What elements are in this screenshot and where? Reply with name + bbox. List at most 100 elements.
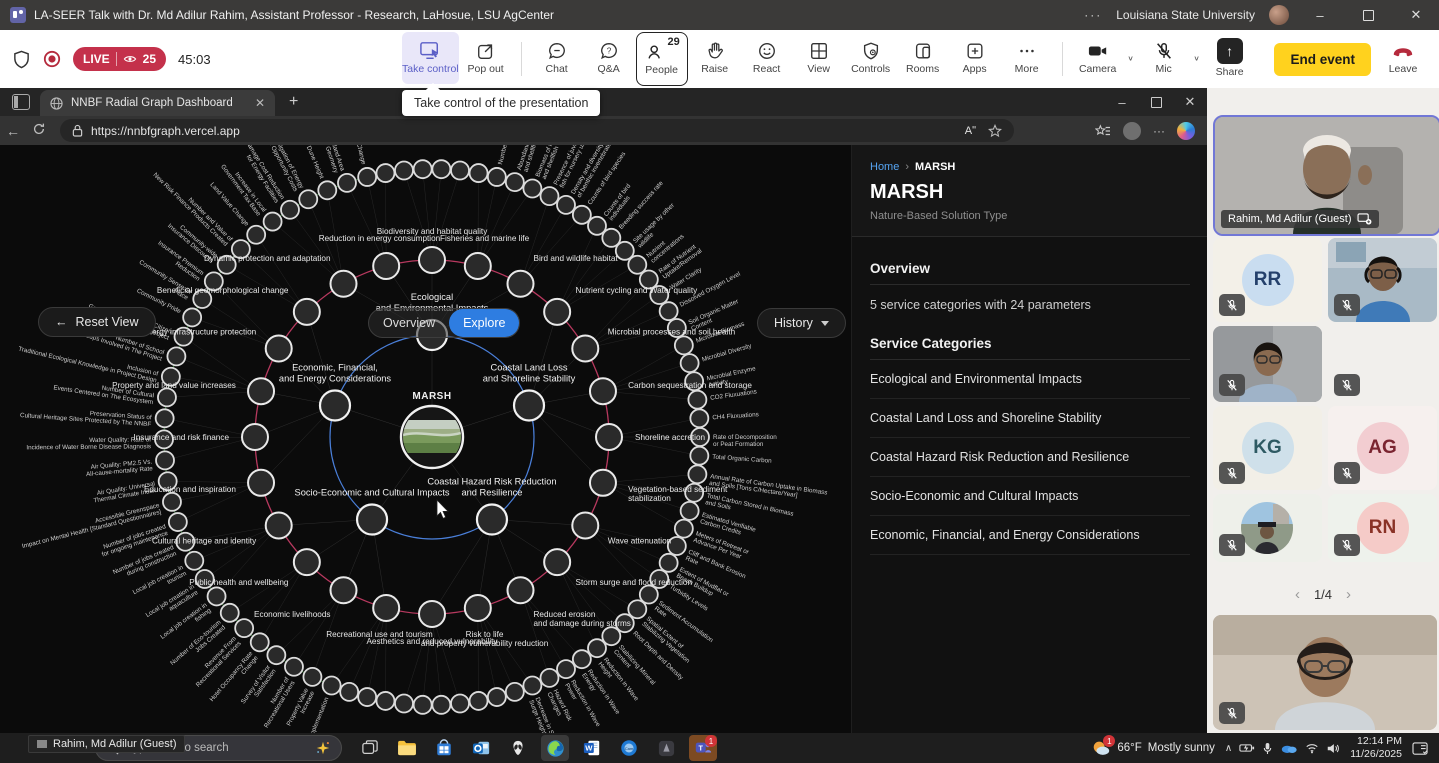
mic-muted-badge xyxy=(1219,294,1245,316)
pager-next-icon[interactable]: › xyxy=(1346,586,1351,603)
radial-graph-area: Number of fish speciesAbundance of fisha… xyxy=(0,145,851,733)
take-control-icon xyxy=(419,41,441,61)
onedrive-icon[interactable] xyxy=(1280,742,1298,754)
pop-out-button[interactable]: Pop out xyxy=(461,32,511,84)
refresh-icon[interactable] xyxy=(26,122,52,139)
view-button[interactable]: View xyxy=(794,32,844,84)
taskbar-app-dark-app[interactable] xyxy=(652,735,680,761)
mic-chevron[interactable]: ∨ xyxy=(1189,32,1205,84)
breadcrumb-home[interactable]: Home xyxy=(870,161,899,173)
people-button[interactable]: 29 People xyxy=(636,32,688,86)
new-tab-button[interactable]: + xyxy=(289,93,298,111)
mic-muted-badge xyxy=(1219,534,1245,556)
service-category-row[interactable]: Coastal Land Loss and Shoreline Stabilit… xyxy=(870,399,1190,438)
vertical-tabs-icon[interactable] xyxy=(12,94,30,110)
taskbar-app-file-explorer[interactable] xyxy=(393,735,421,761)
apps-button[interactable]: Apps xyxy=(950,32,1000,84)
svg-text:Reduced erosionand damage duri: Reduced erosionand damage during storms xyxy=(534,610,631,628)
shield-icon xyxy=(12,50,31,69)
browser-restore-button[interactable] xyxy=(1139,88,1173,116)
user-avatar[interactable] xyxy=(1269,5,1289,25)
browser-minimize-button[interactable]: – xyxy=(1105,88,1139,116)
participant-tile-ag[interactable]: AG xyxy=(1328,406,1437,490)
camera-button[interactable]: Camera xyxy=(1073,32,1123,84)
qa-button[interactable]: ? Q&A xyxy=(584,32,634,84)
speaker-video-tile[interactable]: Rahim, Md Adilur (Guest) xyxy=(1213,115,1439,236)
browser-more-icon[interactable]: ··· xyxy=(1153,124,1165,138)
raise-button[interactable]: Raise xyxy=(690,32,740,84)
history-button[interactable]: History xyxy=(757,308,846,338)
copilot-icon[interactable] xyxy=(1177,122,1195,140)
radial-graph[interactable]: Number of fish speciesAbundance of fisha… xyxy=(0,145,851,733)
react-button[interactable]: React xyxy=(742,32,792,84)
tray-mic-icon[interactable] xyxy=(1262,742,1273,755)
favorites-bar-icon[interactable] xyxy=(1095,124,1111,138)
taskbar-app-cam-app[interactable]: Cam xyxy=(615,735,643,761)
taskbar-app-task-view[interactable] xyxy=(356,735,384,761)
rooms-button[interactable]: Rooms xyxy=(898,32,948,84)
svg-text:Insurance and risk finance: Insurance and risk finance xyxy=(133,433,229,442)
end-event-button[interactable]: End event xyxy=(1274,43,1371,76)
wifi-icon[interactable] xyxy=(1305,742,1319,754)
overview-tab[interactable]: Overview xyxy=(369,309,449,337)
mouse-cursor xyxy=(437,500,448,518)
taskbar-weather[interactable]: 1 66°F Mostly sunny xyxy=(1091,738,1215,758)
restore-button[interactable] xyxy=(1351,0,1385,30)
view-grid-icon xyxy=(809,41,829,61)
taskbar-app-word[interactable]: W xyxy=(578,735,606,761)
close-button[interactable]: ✕ xyxy=(1399,0,1433,30)
share-button[interactable]: ↑ Share xyxy=(1205,32,1255,84)
read-aloud-icon[interactable]: Aʺ xyxy=(965,125,976,137)
profile-avatar-icon[interactable] xyxy=(1123,122,1141,140)
participant-tile-kg[interactable]: KG xyxy=(1213,406,1322,490)
svg-text:Property and land value increa: Property and land value increases xyxy=(112,381,236,390)
minimize-button[interactable]: – xyxy=(1303,0,1337,30)
more-button[interactable]: More xyxy=(1002,32,1052,84)
reset-view-button[interactable]: ← Reset View xyxy=(38,307,156,337)
leave-button[interactable]: Leave xyxy=(1381,43,1425,75)
participant-tile-rn[interactable]: RN xyxy=(1328,494,1437,562)
svg-text:Preservation Status ofCultural: Preservation Status ofCultural Heritage … xyxy=(20,405,152,428)
mic-button[interactable]: Mic xyxy=(1139,32,1189,84)
participant-tile-rr[interactable]: RR xyxy=(1213,238,1322,322)
react-smiley-icon xyxy=(757,41,777,61)
pager-prev-icon[interactable]: ‹ xyxy=(1295,586,1300,603)
tab-close-icon[interactable]: ✕ xyxy=(255,96,265,110)
favorite-star-icon[interactable] xyxy=(988,124,1002,138)
participant-tile[interactable] xyxy=(1213,326,1322,402)
participant-tile[interactable] xyxy=(1328,238,1437,322)
participant-tile[interactable] xyxy=(1213,494,1322,562)
titlebar-more-icon[interactable]: ··· xyxy=(1084,8,1102,22)
speaker-icon[interactable] xyxy=(1326,742,1340,755)
tray-chevron-icon[interactable]: ∧ xyxy=(1225,743,1232,754)
browser-close-button[interactable]: ✕ xyxy=(1173,88,1207,116)
service-category-row[interactable]: Coastal Hazard Risk Reduction and Resili… xyxy=(870,438,1190,477)
taskbar-clock[interactable]: 12:14 PM 11/26/2025 xyxy=(1350,735,1402,761)
svg-text:Nutrient cycling and Water qua: Nutrient cycling and Water quality xyxy=(576,286,699,295)
back-icon[interactable]: ← xyxy=(0,123,26,139)
service-category-row[interactable]: Socio-Economic and Cultural Impacts xyxy=(870,477,1190,516)
taskbar-app-teams[interactable]: T1 xyxy=(689,735,717,761)
people-icon xyxy=(646,42,666,62)
url-field[interactable]: https://nnbfgraph.vercel.app Aʺ xyxy=(60,119,1014,142)
camera-chevron[interactable]: ∨ xyxy=(1123,32,1139,84)
view-mode-toggle: Overview Explore xyxy=(368,308,520,338)
taskbar-app-store[interactable] xyxy=(430,735,458,761)
take-control-button[interactable]: Take control xyxy=(402,32,459,84)
service-category-row[interactable]: Ecological and Environmental Impacts xyxy=(870,360,1190,399)
react-label: React xyxy=(753,63,780,75)
chat-button[interactable]: Chat xyxy=(532,32,582,84)
participant-tile[interactable] xyxy=(1328,326,1437,402)
controls-button[interactable]: Controls xyxy=(846,32,896,84)
taskbar-app-outlook[interactable] xyxy=(467,735,495,761)
participant-video-tile[interactable] xyxy=(1213,615,1437,730)
search-highlights-icon[interactable] xyxy=(315,740,331,756)
svg-text:Public health and wellbeing: Public health and wellbeing xyxy=(189,578,289,587)
notification-center-icon[interactable] xyxy=(1412,741,1429,756)
explore-tab[interactable]: Explore xyxy=(449,309,519,337)
taskbar-app-alienware[interactable] xyxy=(504,735,532,761)
browser-tab[interactable]: NNBF Radial Graph Dashboard ✕ xyxy=(40,90,275,116)
service-category-row[interactable]: Economic, Financial, and Energy Consider… xyxy=(870,516,1190,555)
battery-icon[interactable] xyxy=(1239,742,1255,754)
taskbar-app-edge[interactable] xyxy=(541,735,569,761)
